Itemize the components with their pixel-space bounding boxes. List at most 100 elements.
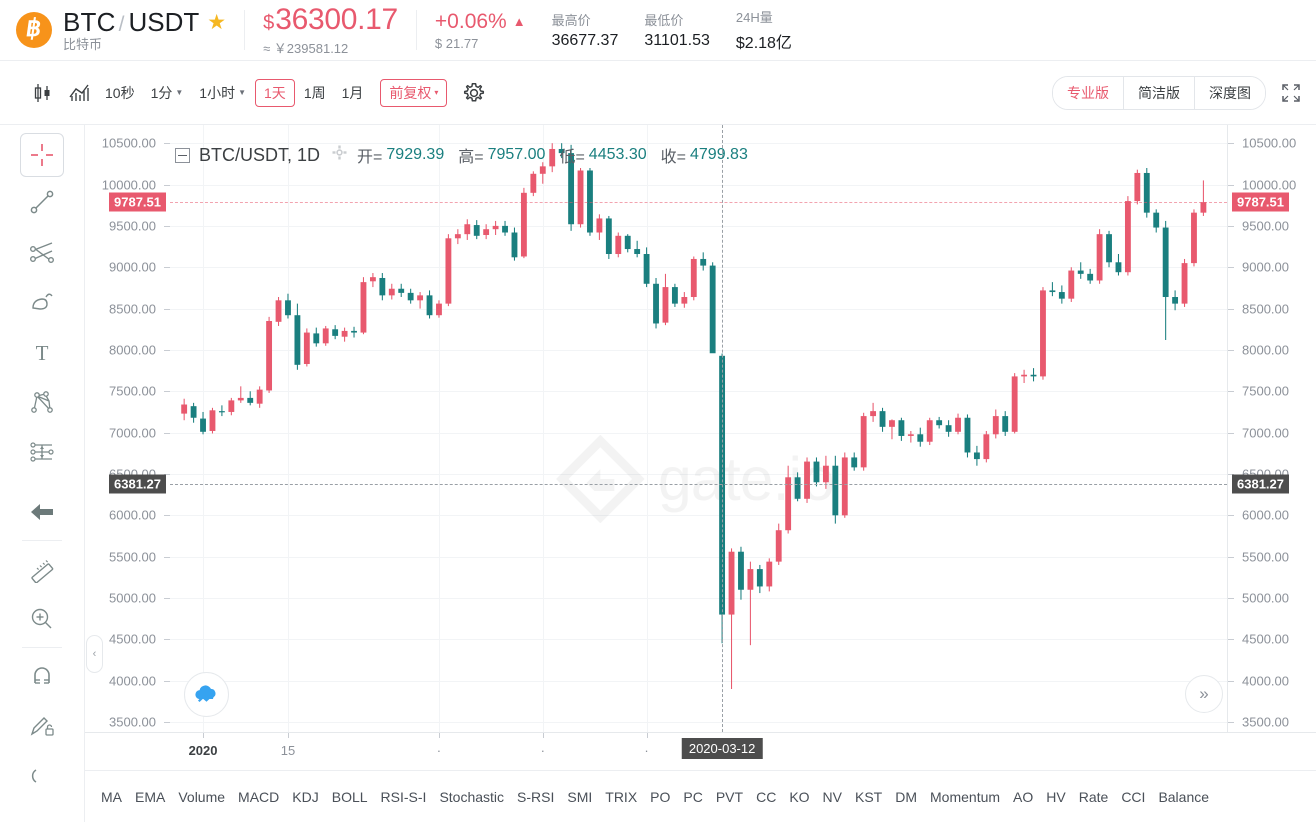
- change-percent: +0.06%: [434, 9, 507, 33]
- collapse-panel-button[interactable]: ‹: [86, 635, 103, 673]
- interval-1mo[interactable]: 1月: [335, 79, 371, 107]
- price-tick-label: 5500.00: [109, 549, 156, 565]
- chart-legend: BTC/USDT, 1D 开= 7929.39 高= 7957.00 低= 44…: [175, 143, 762, 167]
- indicator-chart-icon[interactable]: [62, 78, 96, 108]
- forecast-tool-icon[interactable]: [19, 427, 65, 477]
- axis-tick: [542, 733, 544, 738]
- indicator-ko[interactable]: KO: [789, 789, 809, 805]
- candlestick-icon[interactable]: [26, 78, 60, 108]
- axis-tick: [1228, 432, 1234, 434]
- stat-volume: 24H量 $2.18亿: [736, 7, 792, 53]
- axis-tick: [1228, 391, 1234, 393]
- magnet-tool-icon[interactable]: [19, 651, 65, 701]
- adjustment-dropdown[interactable]: 前复权 ▾: [380, 78, 448, 107]
- interval-1h-label: 1小时: [199, 84, 236, 101]
- indicator-nv[interactable]: NV: [823, 789, 842, 805]
- scroll-to-latest-button[interactable]: »: [1185, 675, 1223, 713]
- interval-1w[interactable]: 1周: [297, 79, 333, 107]
- header-divider-2: [415, 10, 417, 50]
- lock-drawing-tool-icon[interactable]: [19, 701, 65, 751]
- hide-drawings-tool-icon[interactable]: [19, 751, 65, 801]
- price-tick-label-right: 7500.00: [1242, 383, 1289, 399]
- chevron-down-icon: ▾: [434, 88, 439, 97]
- interval-10s[interactable]: 10秒: [98, 79, 142, 107]
- indicator-smi[interactable]: SMI: [567, 789, 592, 805]
- pair-quote: USDT: [128, 7, 200, 37]
- last-price-badge: 9787.51: [109, 192, 166, 212]
- crosshair-tool-icon[interactable]: [20, 133, 64, 177]
- indicator-cci[interactable]: CCI: [1121, 789, 1145, 805]
- indicator-s-rsi[interactable]: S-RSI: [517, 789, 554, 805]
- indicator-volume[interactable]: Volume: [178, 789, 225, 805]
- view-mode-depth[interactable]: 深度图: [1195, 76, 1265, 109]
- price-tick-label: 9500.00: [109, 218, 156, 234]
- price-tick-label: 10500.00: [101, 135, 156, 151]
- stat-volume-value: $2.18亿: [735, 35, 792, 52]
- candlestick-chart[interactable]: gate.io BTC/USDT, 1D 开= 7929.39 高= 7957.…: [85, 125, 1316, 770]
- axis-tick: [1228, 225, 1234, 227]
- adjustment-label: 前复权: [389, 84, 432, 101]
- pattern-tool-icon[interactable]: [19, 377, 65, 427]
- favorite-star-icon[interactable]: ★: [207, 10, 226, 35]
- fullscreen-icon[interactable]: [1280, 82, 1302, 104]
- indicator-pvt[interactable]: PVT: [716, 789, 743, 805]
- price-tick-label-right: 4500.00: [1242, 631, 1289, 647]
- pair-separator: /: [118, 13, 125, 36]
- indicator-trix[interactable]: TRIX: [605, 789, 637, 805]
- plot-region[interactable]: [170, 125, 1227, 732]
- shape-tool-icon[interactable]: [19, 277, 65, 327]
- indicator-rsi-s-i[interactable]: RSI-S-I: [381, 789, 427, 805]
- indicator-macd[interactable]: MACD: [238, 789, 279, 805]
- price-tick-label-right: 5000.00: [1242, 590, 1289, 606]
- indicator-stochastic[interactable]: Stochastic: [439, 789, 504, 805]
- indicator-hv[interactable]: HV: [1046, 789, 1065, 805]
- indicator-ema[interactable]: EMA: [135, 789, 165, 805]
- view-mode-professional[interactable]: 专业版: [1053, 76, 1124, 109]
- price-tick-label: 8000.00: [109, 342, 156, 358]
- crosshair-price-badge: 6381.27: [1232, 474, 1289, 494]
- price-tick-label-right: 10000.00: [1242, 177, 1297, 193]
- axis-tick: [1228, 722, 1234, 724]
- price-change-block: +0.06% ▲ $ 21.77: [435, 10, 526, 51]
- indicator-boll[interactable]: BOLL: [332, 789, 368, 805]
- interval-1h[interactable]: 1小时 ▼: [192, 79, 253, 107]
- interval-1w-label: 1周: [303, 84, 326, 101]
- indicator-ma[interactable]: MA: [101, 789, 122, 805]
- axis-tick: [1228, 143, 1234, 145]
- interval-1m[interactable]: 1分 ▼: [144, 79, 191, 107]
- indicator-kst[interactable]: KST: [855, 789, 882, 805]
- time-axis[interactable]: 2020 15 · · · 2020-03-12: [85, 732, 1316, 770]
- drawing-tools-rail: T: [0, 125, 85, 822]
- measure-tool-icon[interactable]: [19, 544, 65, 594]
- text-tool-icon[interactable]: T: [19, 327, 65, 377]
- chart-cloud-button[interactable]: [184, 672, 229, 717]
- indicator-ao[interactable]: AO: [1013, 789, 1033, 805]
- gear-icon[interactable]: [332, 145, 347, 165]
- interval-1d[interactable]: 1天: [255, 78, 295, 107]
- pitchfork-tool-icon[interactable]: [19, 227, 65, 277]
- view-mode-simple[interactable]: 简洁版: [1124, 76, 1195, 109]
- gear-icon[interactable]: [457, 78, 491, 108]
- ohlc-close-value: 4799.83: [690, 146, 748, 163]
- indicator-pc[interactable]: PC: [683, 789, 702, 805]
- indicator-rate[interactable]: Rate: [1079, 789, 1109, 805]
- indicator-balance[interactable]: Balance: [1158, 789, 1209, 805]
- indicator-po[interactable]: PO: [650, 789, 670, 805]
- indicator-momentum[interactable]: Momentum: [930, 789, 1000, 805]
- indicator-kdj[interactable]: KDJ: [292, 789, 318, 805]
- indicator-cc[interactable]: CC: [756, 789, 776, 805]
- price-tick-label-right: 7000.00: [1242, 425, 1289, 441]
- price-tick-label-right: 5500.00: [1242, 549, 1289, 565]
- price-currency: $: [263, 12, 275, 34]
- price-tick-label: 7500.00: [109, 383, 156, 399]
- pair-names: BTC / USDT ★ 比特币: [63, 7, 226, 53]
- minus-box-icon[interactable]: [175, 147, 190, 163]
- price-axis-right[interactable]: 3500.00 4000.00 4500.00 5000.00 5500.00 6000.…: [1227, 125, 1316, 732]
- indicator-dm[interactable]: DM: [895, 789, 917, 805]
- zoom-in-tool-icon[interactable]: [19, 594, 65, 644]
- trendline-tool-icon[interactable]: [19, 177, 65, 227]
- arrow-left-tool-icon[interactable]: [19, 487, 65, 537]
- market-header: ฿ BTC / USDT ★ 比特币 $ 36300.17 ≈ ￥239581.…: [0, 0, 1316, 61]
- axis-tick: [1228, 639, 1234, 641]
- crosshair-horizontal: [170, 483, 1227, 485]
